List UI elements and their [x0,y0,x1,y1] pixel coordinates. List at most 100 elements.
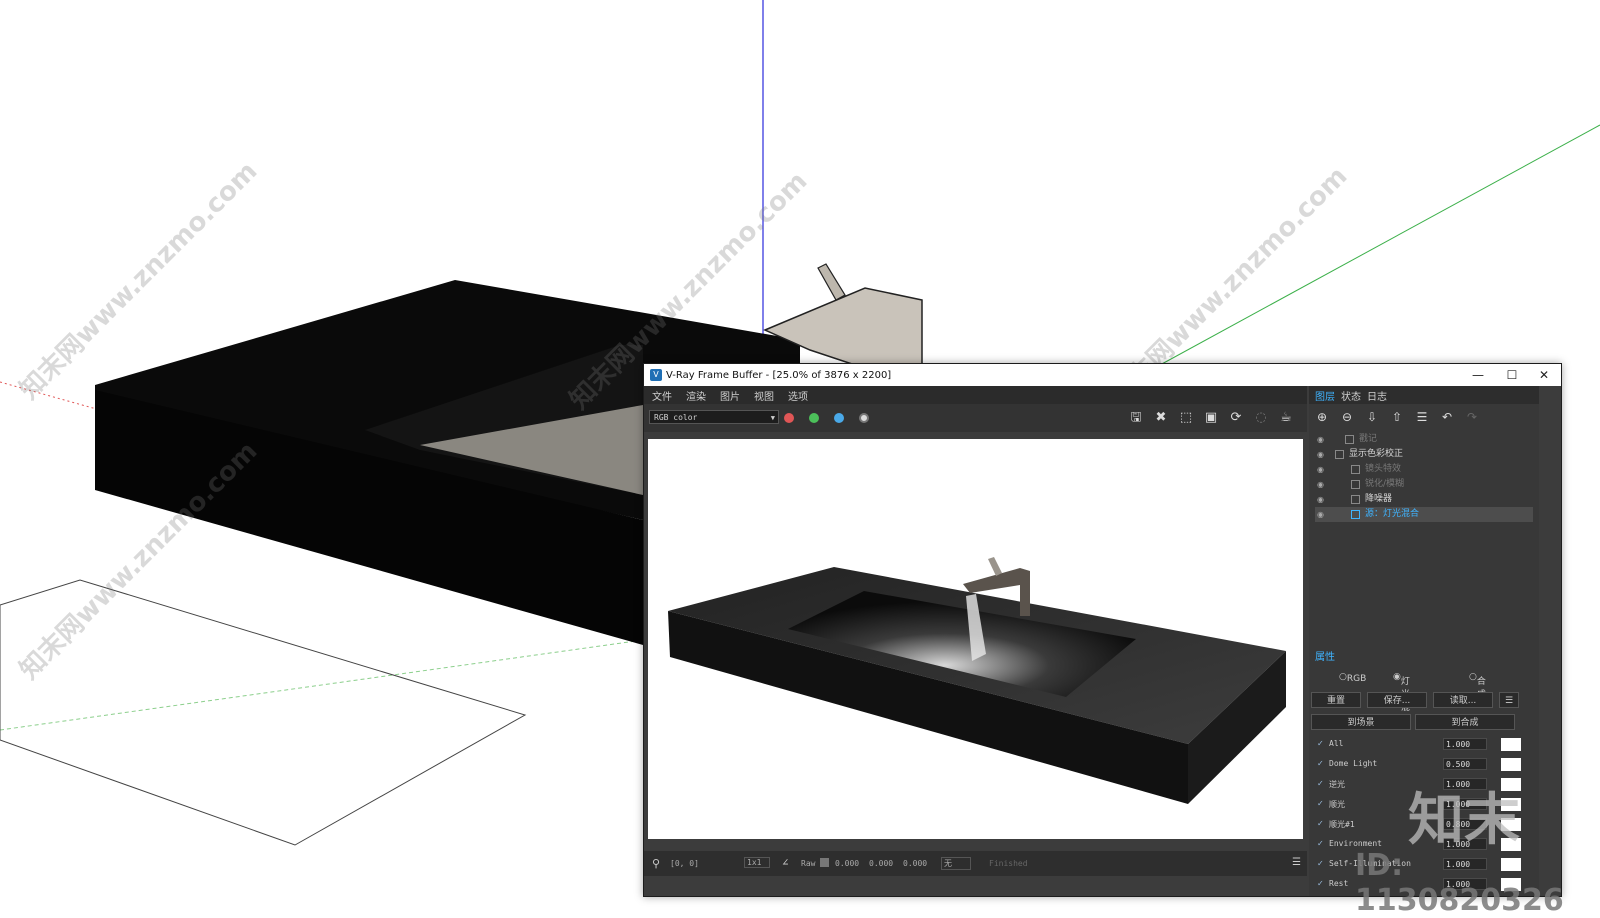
track-mouse-icon[interactable]: ▣ [1202,409,1220,427]
menu-options[interactable]: 选项 [788,388,808,403]
stop-render-icon[interactable]: ◌ [1252,409,1270,427]
undo-icon[interactable]: ↶ [1438,408,1456,426]
raw-toggle[interactable]: Raw [801,859,815,868]
mode-lightmix-radio[interactable]: ◉ 灯光混合 [1393,672,1410,726]
pixel-coords: [0, 0] [670,859,699,868]
tab-layers[interactable]: 图层 [1315,388,1335,403]
menu-bar: 文件 渲染 图片 视图 选项 [644,386,1307,404]
menu-render[interactable]: 渲染 [686,388,706,403]
clear-image-icon[interactable]: ✖ [1152,409,1170,427]
tab-stats[interactable]: 状态 [1341,388,1361,403]
menu-image[interactable]: 图片 [720,388,740,403]
light-name: 顺光#1 [1329,820,1355,829]
green-axis [1159,124,1600,366]
checkbox[interactable]: ✓ [1317,800,1325,808]
color-picker-icon[interactable]: ∠ [782,856,789,869]
save-icon[interactable]: 🖫 [1127,409,1145,427]
channel-select[interactable]: RGB color ▼ [649,410,779,424]
vray-logo-icon: V [650,369,662,381]
minimize-button[interactable]: — [1461,364,1495,386]
pin-icon[interactable]: ⚲ [652,857,660,870]
eye-icon[interactable]: ◉ [1317,432,1327,447]
eye-icon[interactable]: ◉ [1317,507,1327,522]
light-value[interactable]: 1.000 [1443,738,1487,750]
close-button[interactable]: ✕ [1527,364,1561,386]
checkbox[interactable]: ✓ [1317,820,1325,828]
faucet-handle [817,263,846,301]
to-composite-button[interactable]: 到合成 [1415,714,1515,730]
light-name: 顺光 [1329,800,1345,809]
menu-file[interactable]: 文件 [652,388,672,403]
checkbox[interactable]: ✓ [1317,860,1325,868]
layer-label: 降噪器 [1365,494,1393,504]
alpha-channel-button[interactable] [859,413,869,423]
tab-log[interactable]: 日志 [1367,388,1387,403]
light-color-swatch[interactable] [1501,738,1521,751]
checkbox[interactable]: ✓ [1317,760,1325,768]
checkbox[interactable]: ✓ [1317,780,1325,788]
eye-icon[interactable]: ◉ [1317,462,1327,477]
checkbox[interactable]: ✓ [1317,880,1325,888]
redo-icon[interactable]: ↷ [1463,408,1481,426]
lightmix-row[interactable]: ✓ All 1.000 [1315,736,1527,754]
load-layers-icon[interactable]: ⇧ [1388,408,1406,426]
color-correction-icon [1335,450,1344,459]
save-layers-icon[interactable]: ⇩ [1363,408,1381,426]
add-layer-icon[interactable]: ⊕ [1313,408,1331,426]
red-axis [0,381,101,411]
checkbox[interactable]: ✓ [1317,740,1325,748]
sharpen-icon [1351,480,1360,489]
layer-item[interactable]: ◉ 镜头特效 [1315,462,1533,477]
eye-icon[interactable]: ◉ [1317,477,1327,492]
title-bar[interactable]: V V-Ray Frame Buffer - [25.0% of 3876 x … [644,364,1561,386]
layer-toolbar: ⊕ ⊖ ⇩ ⇧ ☰ ↶ ↷ [1309,404,1539,430]
red-channel-button[interactable] [784,413,794,423]
render-status: Finished [989,859,1028,868]
layer-item[interactable]: ◉ 源：灯光混合 [1315,507,1533,522]
eye-icon[interactable]: ◉ [1317,447,1327,462]
chevron-down-icon: ▼ [770,414,775,422]
load-button[interactable]: 读取... [1433,692,1493,708]
maximize-button[interactable]: ☐ [1495,364,1529,386]
window-title: V-Ray Frame Buffer - [25.0% of 3876 x 22… [666,369,892,381]
green-channel-button[interactable] [809,413,819,423]
lightmix-row[interactable]: ✓ Dome Light 0.500 [1315,756,1527,774]
layer-list-icon[interactable]: ☰ [1413,408,1431,426]
mode-composite-radio[interactable]: ○ 合成 [1469,672,1486,700]
layer-item[interactable]: ◉ 戳记 [1315,432,1533,447]
eye-icon[interactable]: ◉ [1317,492,1327,507]
lightmix-icon [1351,510,1360,519]
lut-select[interactable]: 无 [941,857,971,870]
to-scene-button[interactable]: 到场景 [1311,714,1411,730]
mode-rgb-radio[interactable]: ○ RGB [1339,672,1366,684]
interactive-render-icon[interactable]: ⟳ [1227,409,1245,427]
value-b: 0.000 [903,859,928,868]
reset-button[interactable]: 重置 [1311,692,1361,708]
remove-layer-icon[interactable]: ⊖ [1338,408,1356,426]
panel-tabs: 图层 状态 日志 [1309,386,1539,404]
blue-channel-button[interactable] [834,413,844,423]
render-teapot-icon[interactable]: ☕ [1277,409,1295,427]
denoiser-icon [1351,495,1360,504]
faucet-lever [988,557,1002,576]
render-image[interactable] [648,439,1303,839]
light-color-swatch[interactable] [1501,758,1521,771]
value-g: 0.000 [869,859,894,868]
layer-item[interactable]: ◉ 显示色彩校正 [1315,447,1533,462]
layer-item[interactable]: ◉ 锐化/模糊 [1315,477,1533,492]
light-value[interactable]: 0.500 [1443,758,1487,770]
layer-label: 镜头特效 [1365,464,1402,474]
zoom-select[interactable]: 1x1 [744,857,771,868]
checkbox[interactable]: ✓ [1317,840,1325,848]
toolbar: RGB color ▼ 🖫 ✖ ⬚ ▣ ⟳ ◌ ☕ [644,404,1307,432]
options-icon[interactable]: ☰ [1499,692,1519,708]
light-name: Dome Light [1329,759,1378,768]
ground-outline [0,579,527,846]
region-render-icon[interactable]: ⬚ [1177,409,1195,427]
layer-tree: ◉ 戳记 ◉ 显示色彩校正 ◉ 镜头特效 ◉ 锐化/模糊 ◉ 降噪器 ◉ 源：灯… [1315,432,1533,522]
log-icon[interactable]: ☰ [1292,857,1301,868]
layer-label: 戳记 [1359,434,1378,444]
save-button[interactable]: 保存... [1367,692,1427,708]
layer-item[interactable]: ◉ 降噪器 [1315,492,1533,507]
menu-view[interactable]: 视图 [754,388,774,403]
